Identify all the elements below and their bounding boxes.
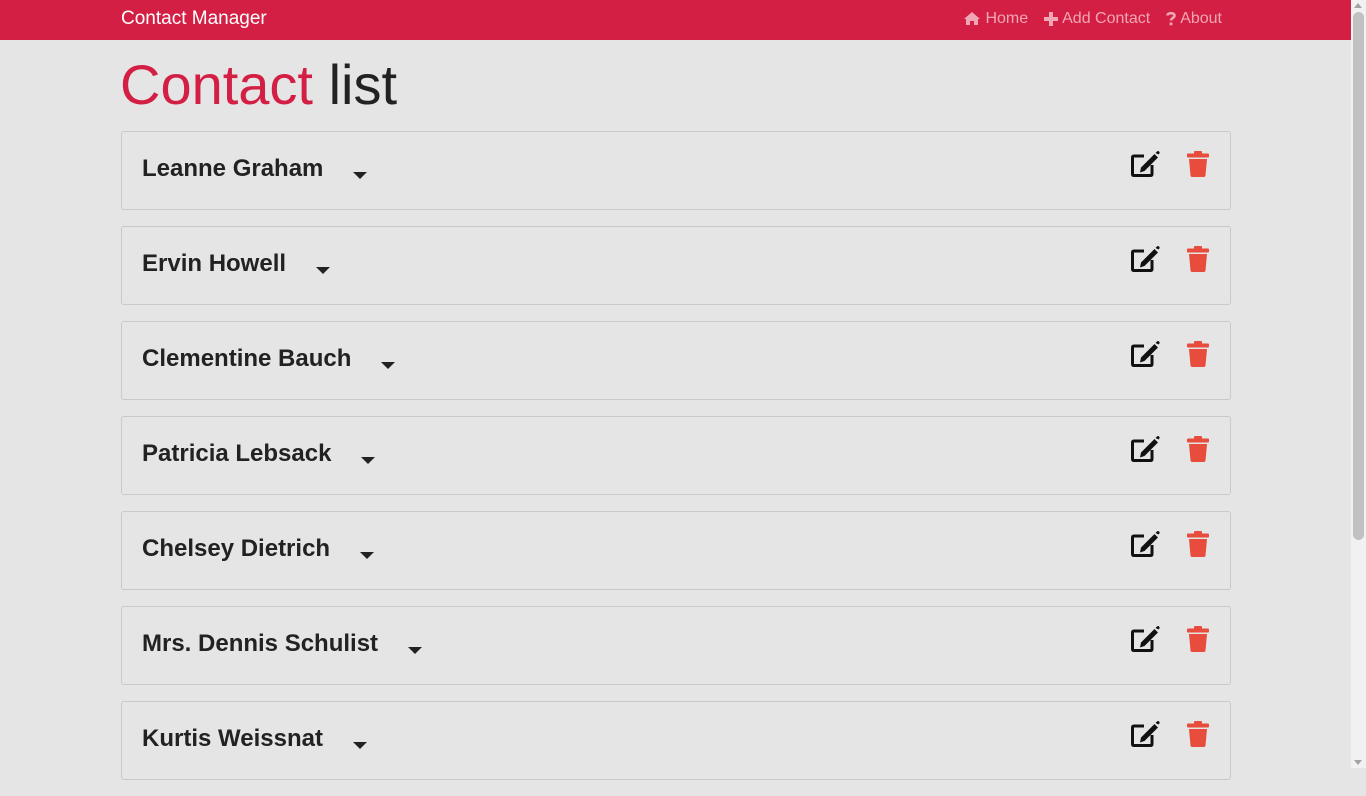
contact-card: Mrs. Dennis Schulist [121, 606, 1231, 685]
contact-name: Mrs. Dennis Schulist [142, 625, 423, 663]
edit-icon[interactable] [1130, 720, 1160, 753]
edit-icon[interactable] [1130, 340, 1160, 373]
trash-icon[interactable] [1187, 341, 1209, 372]
trash-icon[interactable] [1187, 436, 1209, 467]
contact-name-text: Ervin Howell [142, 250, 287, 277]
caret-down-icon[interactable] [361, 443, 376, 473]
trash-icon[interactable] [1187, 721, 1209, 752]
contact-name-text: Patricia Lebsack [142, 440, 332, 467]
contact-name: Ervin Howell [142, 245, 331, 283]
home-icon [964, 12, 981, 25]
scroll-up-icon[interactable] [1354, 3, 1362, 8]
trash-icon[interactable] [1187, 246, 1209, 277]
contact-card: Kurtis Weissnat [121, 701, 1231, 780]
contact-list: Leanne Graham Ervin Howell Clementine Bauc… [121, 131, 1231, 796]
contact-name-text: Chelsey Dietrich [142, 535, 331, 562]
page-title-accent: Contact [120, 53, 313, 116]
trash-icon[interactable] [1187, 151, 1209, 182]
nav-about-label: About [1180, 9, 1222, 27]
question-icon [1166, 11, 1176, 26]
nav-home-link[interactable]: Home [963, 10, 1028, 28]
caret-down-icon[interactable] [353, 158, 368, 188]
edit-icon[interactable] [1130, 625, 1160, 658]
trash-icon[interactable] [1187, 531, 1209, 562]
contact-card: Leanne Graham [121, 131, 1231, 210]
plus-icon [1044, 11, 1059, 26]
contact-name: Patricia Lebsack [142, 435, 376, 473]
nav-links: Home Add Contact About [963, 0, 1222, 37]
contact-name: Leanne Graham [142, 150, 368, 188]
contact-card: Ervin Howell [121, 226, 1231, 305]
contact-name-text: Kurtis Weissnat [142, 725, 323, 752]
edit-icon[interactable] [1130, 530, 1160, 563]
contact-card: Patricia Lebsack [121, 416, 1231, 495]
contact-name-text: Leanne Graham [142, 155, 324, 182]
scroll-thumb[interactable] [1353, 12, 1364, 540]
contact-card: Chelsey Dietrich [121, 511, 1231, 590]
brand-link[interactable]: Contact Manager [121, 0, 267, 37]
trash-icon[interactable] [1187, 626, 1209, 657]
edit-icon[interactable] [1130, 435, 1160, 468]
nav-add-contact-label: Add Contact [1062, 9, 1151, 27]
contact-name-text: Clementine Bauch [142, 345, 352, 372]
nav-about-link[interactable]: About [1166, 10, 1222, 28]
edit-icon[interactable] [1130, 245, 1160, 278]
contact-name: Clementine Bauch [142, 340, 396, 378]
contact-name: Chelsey Dietrich [142, 530, 375, 568]
contact-name: Kurtis Weissnat [142, 720, 367, 758]
scroll-down-icon[interactable] [1354, 760, 1362, 765]
contact-name-text: Mrs. Dennis Schulist [142, 630, 379, 657]
caret-down-icon[interactable] [408, 633, 423, 663]
nav-home-label: Home [985, 9, 1029, 27]
caret-down-icon[interactable] [381, 348, 396, 378]
contact-card: Clementine Bauch [121, 321, 1231, 400]
page-title-rest: list [328, 53, 398, 116]
page-title: Contact list [120, 53, 397, 117]
edit-icon[interactable] [1130, 150, 1160, 183]
nav-add-contact-link[interactable]: Add Contact [1044, 10, 1150, 28]
navbar: Contact Manager Home Add Contact About [0, 0, 1351, 40]
caret-down-icon[interactable] [352, 728, 367, 758]
caret-down-icon[interactable] [360, 538, 375, 568]
vertical-scrollbar[interactable] [1351, 0, 1366, 768]
caret-down-icon[interactable] [316, 253, 331, 283]
